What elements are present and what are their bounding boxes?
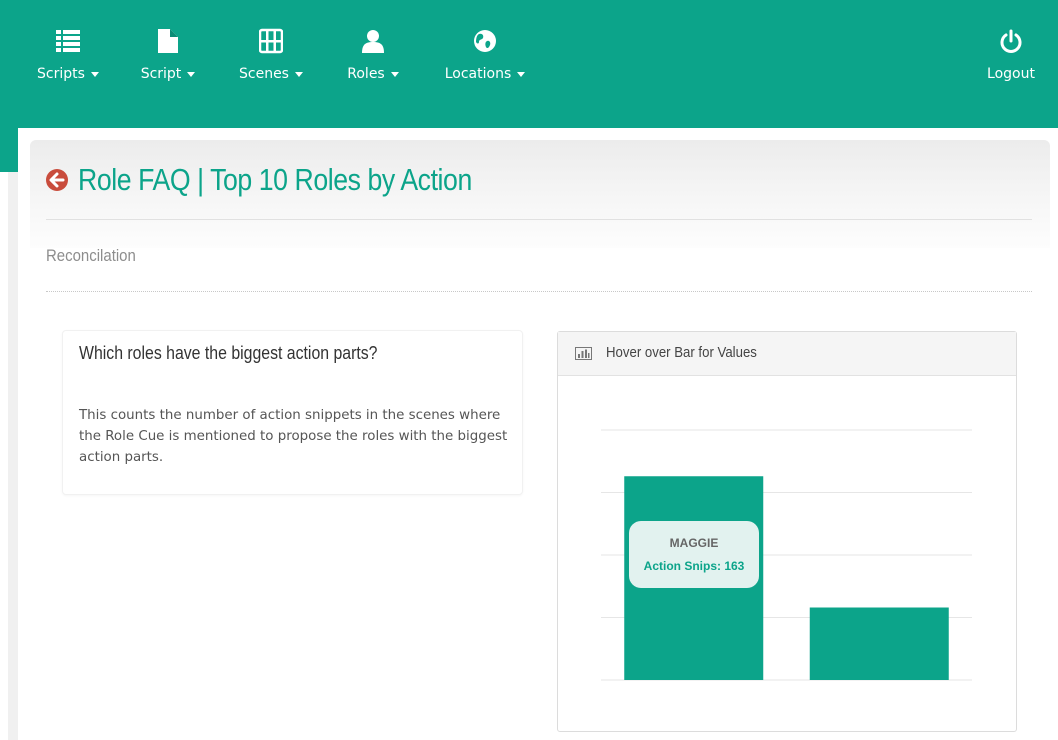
page-title-row: Role FAQ | Top 10 Roles by Action (46, 158, 536, 202)
logout-label: Logout (987, 66, 1035, 82)
power-icon (1000, 29, 1022, 53)
tooltip-category: MAGGIE (669, 536, 719, 550)
arrow-circle-left-icon[interactable] (46, 169, 68, 191)
info-body: This counts the number of action snippet… (79, 408, 508, 465)
nav-scripts-label: Scripts (37, 66, 85, 82)
page-title: Role FAQ | Top 10 Roles by Action (78, 162, 472, 197)
nav-roles-label: Roles (347, 66, 385, 82)
caret-down-icon (187, 71, 196, 77)
info-card: Which roles have the biggest action part… (62, 330, 523, 495)
nav-scenes[interactable]: Scenes (236, 28, 306, 82)
page-subtitle: Reconcilation (46, 246, 136, 265)
section-divider (46, 291, 1032, 292)
nav-locations-label: Locations (444, 66, 512, 82)
logout-button[interactable]: Logout (984, 28, 1038, 82)
caret-down-icon (294, 71, 303, 77)
list-icon (56, 30, 80, 52)
info-question: Which roles have the biggest action part… (79, 343, 378, 363)
caret-down-icon (517, 71, 526, 77)
nav-script[interactable]: Script (137, 28, 199, 82)
nav-roles[interactable]: Roles (344, 28, 402, 82)
nav-scripts[interactable]: Scripts (32, 28, 104, 82)
file-icon (158, 29, 178, 53)
nav-script-label: Script (140, 66, 182, 82)
tooltip-value: Action Snips: 163 (643, 559, 745, 573)
caret-down-icon (390, 71, 399, 77)
header-divider (46, 219, 1032, 220)
chart-bar[interactable] (809, 607, 949, 681)
top-navbar: Scripts Script Scenes Roles Locations Lo… (0, 0, 1058, 128)
film-icon (259, 28, 283, 54)
caret-down-icon (90, 71, 99, 77)
chart-tooltip: MAGGIE Action Snips: 163 (629, 521, 759, 588)
nav-scenes-label: Scenes (239, 66, 289, 82)
bar-chart (601, 429, 972, 681)
globe-icon (474, 30, 496, 52)
user-icon (362, 30, 384, 53)
chart-panel: Hover over Bar for Values (557, 331, 1017, 732)
left-border (8, 172, 18, 740)
nav-locations[interactable]: Locations (440, 28, 530, 82)
nav-left-stripe (0, 128, 18, 172)
